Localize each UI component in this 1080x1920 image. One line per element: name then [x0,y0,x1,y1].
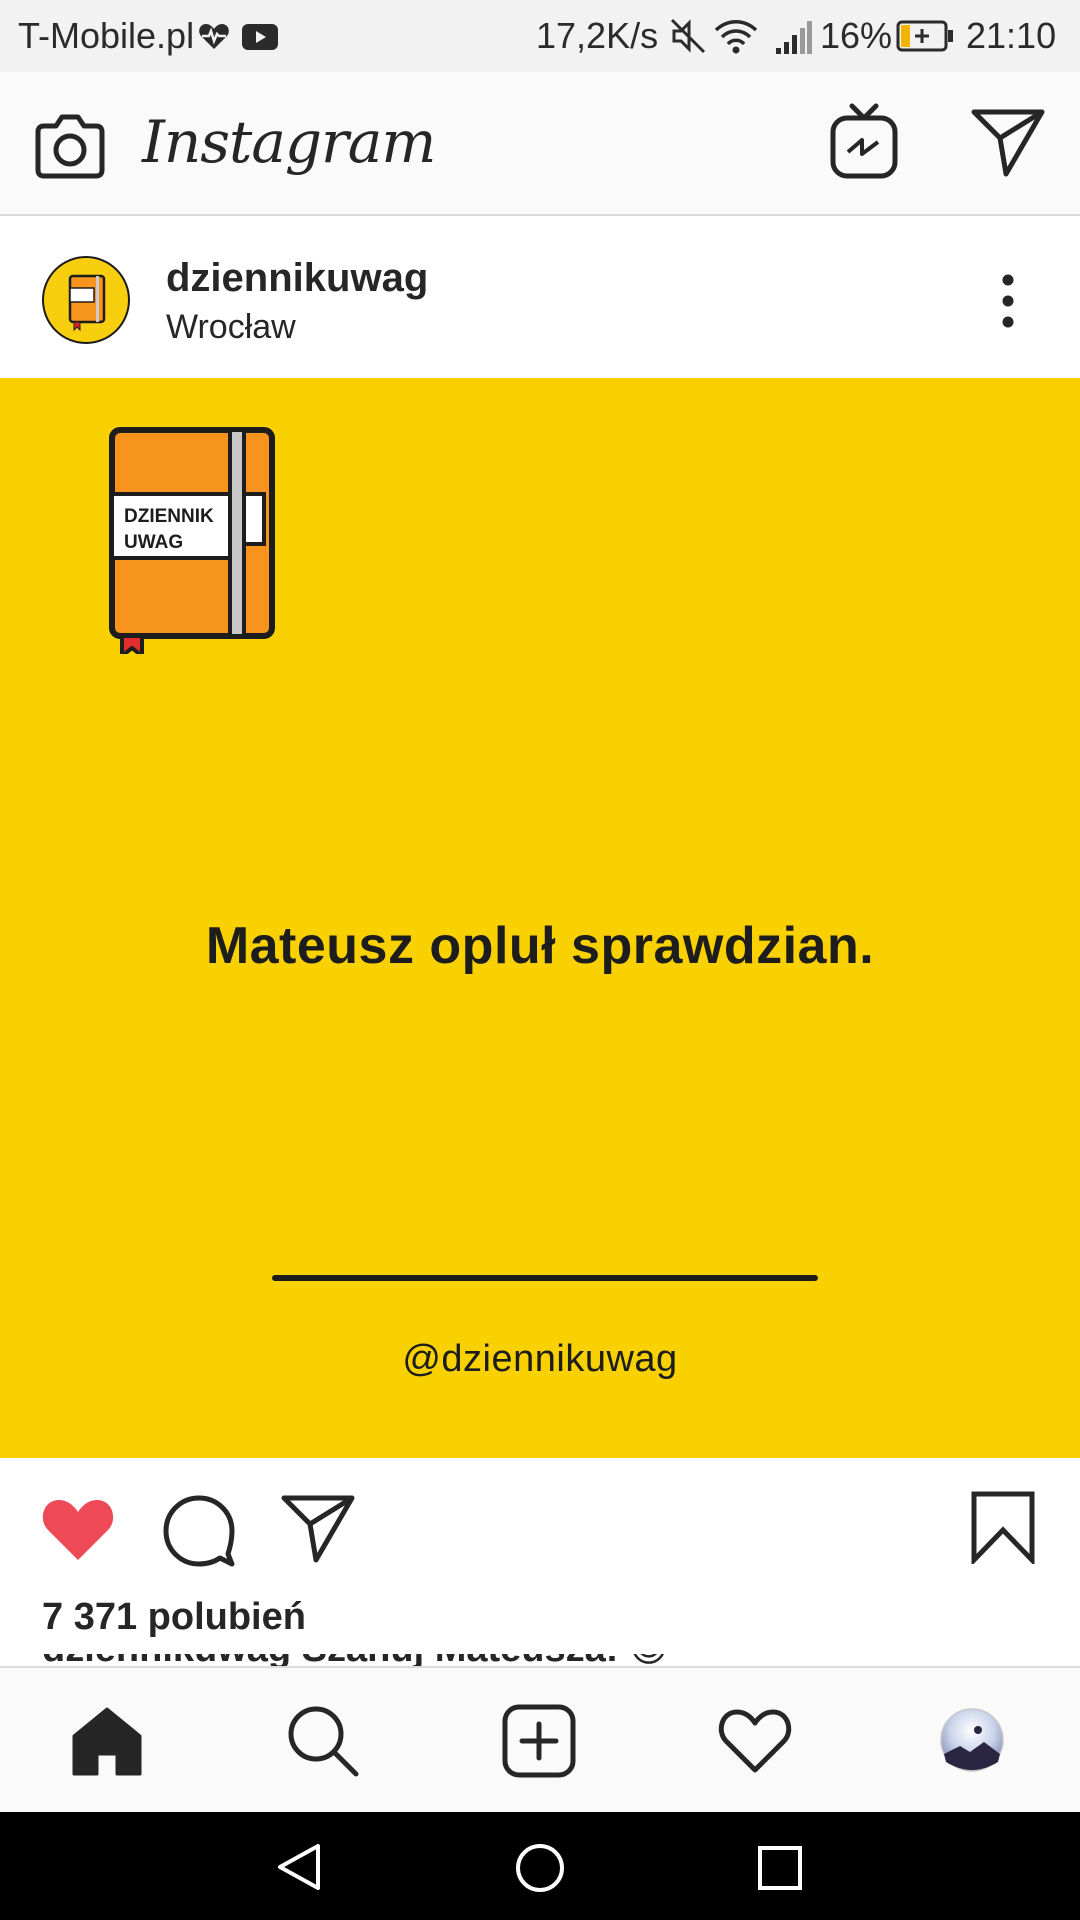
post-location[interactable]: Wrocław [166,308,296,347]
wifi-icon [714,20,758,54]
instagram-logo: Instagram [142,108,436,176]
post-header: dziennikuwag Wrocław [0,218,1080,378]
post-handle: @dziennikuwag [402,1338,678,1380]
post-caption: dziennikuwag Szanuj Mateusza! 😊 [42,1654,1042,1666]
post-image[interactable]: DZIENNIK UWAG Mateusz opluł sprawdzian. … [0,378,1080,1458]
like-heart-icon[interactable] [40,1496,116,1564]
activity-icon[interactable] [718,1708,792,1774]
clock: 21:10 [966,15,1057,56]
battery-charging-icon [896,20,953,52]
comment-icon[interactable] [162,1494,236,1568]
igtv-icon[interactable] [830,102,898,180]
network-speed: 17,2K/s [536,15,659,56]
caption-text: dziennikuwag Szanuj Mateusza! 😊 [42,1654,1042,1666]
mute-icon [670,18,706,54]
youtube-icon [242,24,278,50]
save-bookmark-icon[interactable] [970,1490,1036,1564]
bottom-navigation [0,1666,1080,1812]
battery-percent: 16% [820,15,893,56]
health-heart-icon [199,24,229,49]
search-icon[interactable] [286,1704,360,1778]
notebook-illustration: DZIENNIK UWAG [109,427,275,654]
profile-avatar[interactable] [940,1708,1004,1772]
direct-message-icon[interactable] [970,108,1046,178]
status-bar: T-Mobile.pl 17,2K/s 16% 21:10 [0,0,1080,72]
post-username[interactable]: dziennikuwag [166,256,428,301]
post-divider [272,1275,818,1281]
user-avatar[interactable] [42,256,130,344]
back-icon[interactable] [274,1842,324,1892]
recents-icon[interactable] [756,1844,804,1892]
notebook-logo-icon [68,274,106,332]
post-main-text: Mateusz opluł sprawdzian. [205,917,875,975]
camera-icon[interactable] [34,112,106,180]
system-navigation-bar [0,1812,1080,1920]
likes-count[interactable]: 7 371 polubień [42,1596,306,1639]
home-circle-icon[interactable] [514,1842,566,1894]
share-icon[interactable] [280,1494,356,1564]
signal-icon [776,21,812,54]
new-post-icon[interactable] [502,1704,576,1778]
notebook-label-line2: UWAG [124,532,183,553]
carrier-name: T-Mobile.pl [18,15,195,56]
home-icon[interactable] [72,1706,142,1776]
more-options-icon[interactable] [998,274,1018,328]
notebook-label-line1: DZIENNIK [124,506,214,527]
app-header: Instagram [0,72,1080,216]
